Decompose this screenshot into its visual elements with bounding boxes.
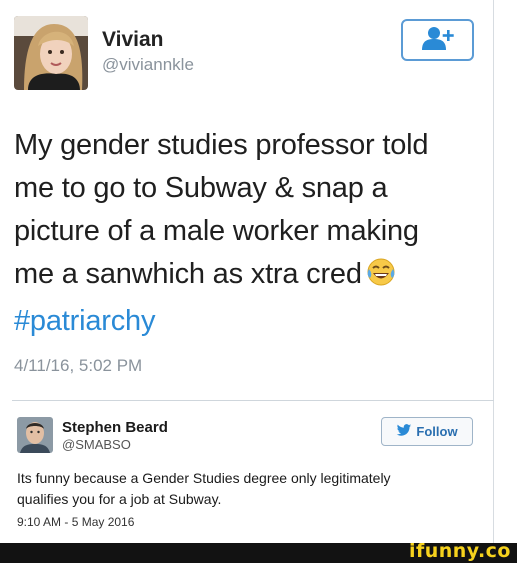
tweet-text-line: me a sanwhich as xtra cred xyxy=(14,258,362,290)
author-name[interactable]: Stephen Beard xyxy=(62,419,168,436)
twitter-bird-icon xyxy=(396,423,412,440)
tweet-text-line: me to go to Subway & snap a xyxy=(14,172,388,204)
avatar[interactable] xyxy=(14,16,88,90)
tweet-text-line: My gender studies professor told xyxy=(14,129,429,161)
laughing-crying-face-icon xyxy=(366,257,396,300)
follow-button[interactable] xyxy=(401,19,474,61)
tweet-text-line: picture of a male worker making xyxy=(14,215,419,247)
tweet-text-line: qualifies you for a job at Subway. xyxy=(17,491,222,507)
hashtag-link[interactable]: #patriarchy xyxy=(14,300,484,343)
tweet-text: Its funny because a Gender Studies degre… xyxy=(17,468,477,510)
add-user-icon xyxy=(421,25,455,56)
tweet-timestamp[interactable]: 9:10 AM - 5 May 2016 xyxy=(17,515,134,529)
tweet-text-line: Its funny because a Gender Studies degre… xyxy=(17,470,391,486)
follow-button[interactable]: Follow xyxy=(381,417,473,446)
avatar[interactable] xyxy=(17,417,53,453)
tweet-timestamp[interactable]: 4/11/16, 5:02 PM xyxy=(14,356,142,376)
tweet-text: My gender studies professor told me to g… xyxy=(14,124,484,343)
follow-label: Follow xyxy=(416,424,458,439)
divider xyxy=(12,400,494,401)
ifunny-watermark: ifunny.co xyxy=(408,540,511,562)
author-handle[interactable]: @viviannkle xyxy=(102,55,194,75)
tweet-text-line-with-emoji: me a sanwhich as xtra cred xyxy=(14,253,484,300)
author-name[interactable]: Vivian xyxy=(102,28,163,52)
footer-bar: ifunny.co xyxy=(0,540,517,563)
tweet-border xyxy=(493,0,494,543)
author-handle[interactable]: @SMABSO xyxy=(62,437,131,452)
